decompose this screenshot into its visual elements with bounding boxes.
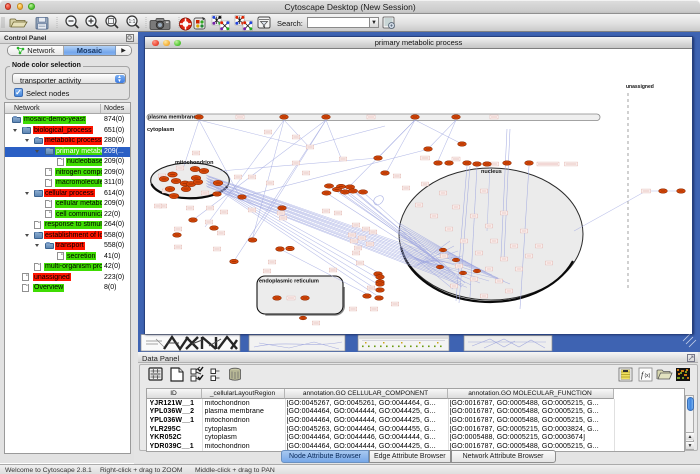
svg-text:plasma membrane: plasma membrane [148,115,196,121]
svg-text:cytoplasm: cytoplasm [147,127,174,133]
svg-text:nucleus: nucleus [481,169,502,175]
svg-text:mitochondrion: mitochondrion [175,160,214,166]
svg-text:1:1: 1:1 [129,19,136,25]
svg-text:unassigned: unassigned [626,84,654,90]
svg-text:endoplasmic reticulum: endoplasmic reticulum [259,279,319,285]
svg-text:(x): (x) [645,373,651,379]
